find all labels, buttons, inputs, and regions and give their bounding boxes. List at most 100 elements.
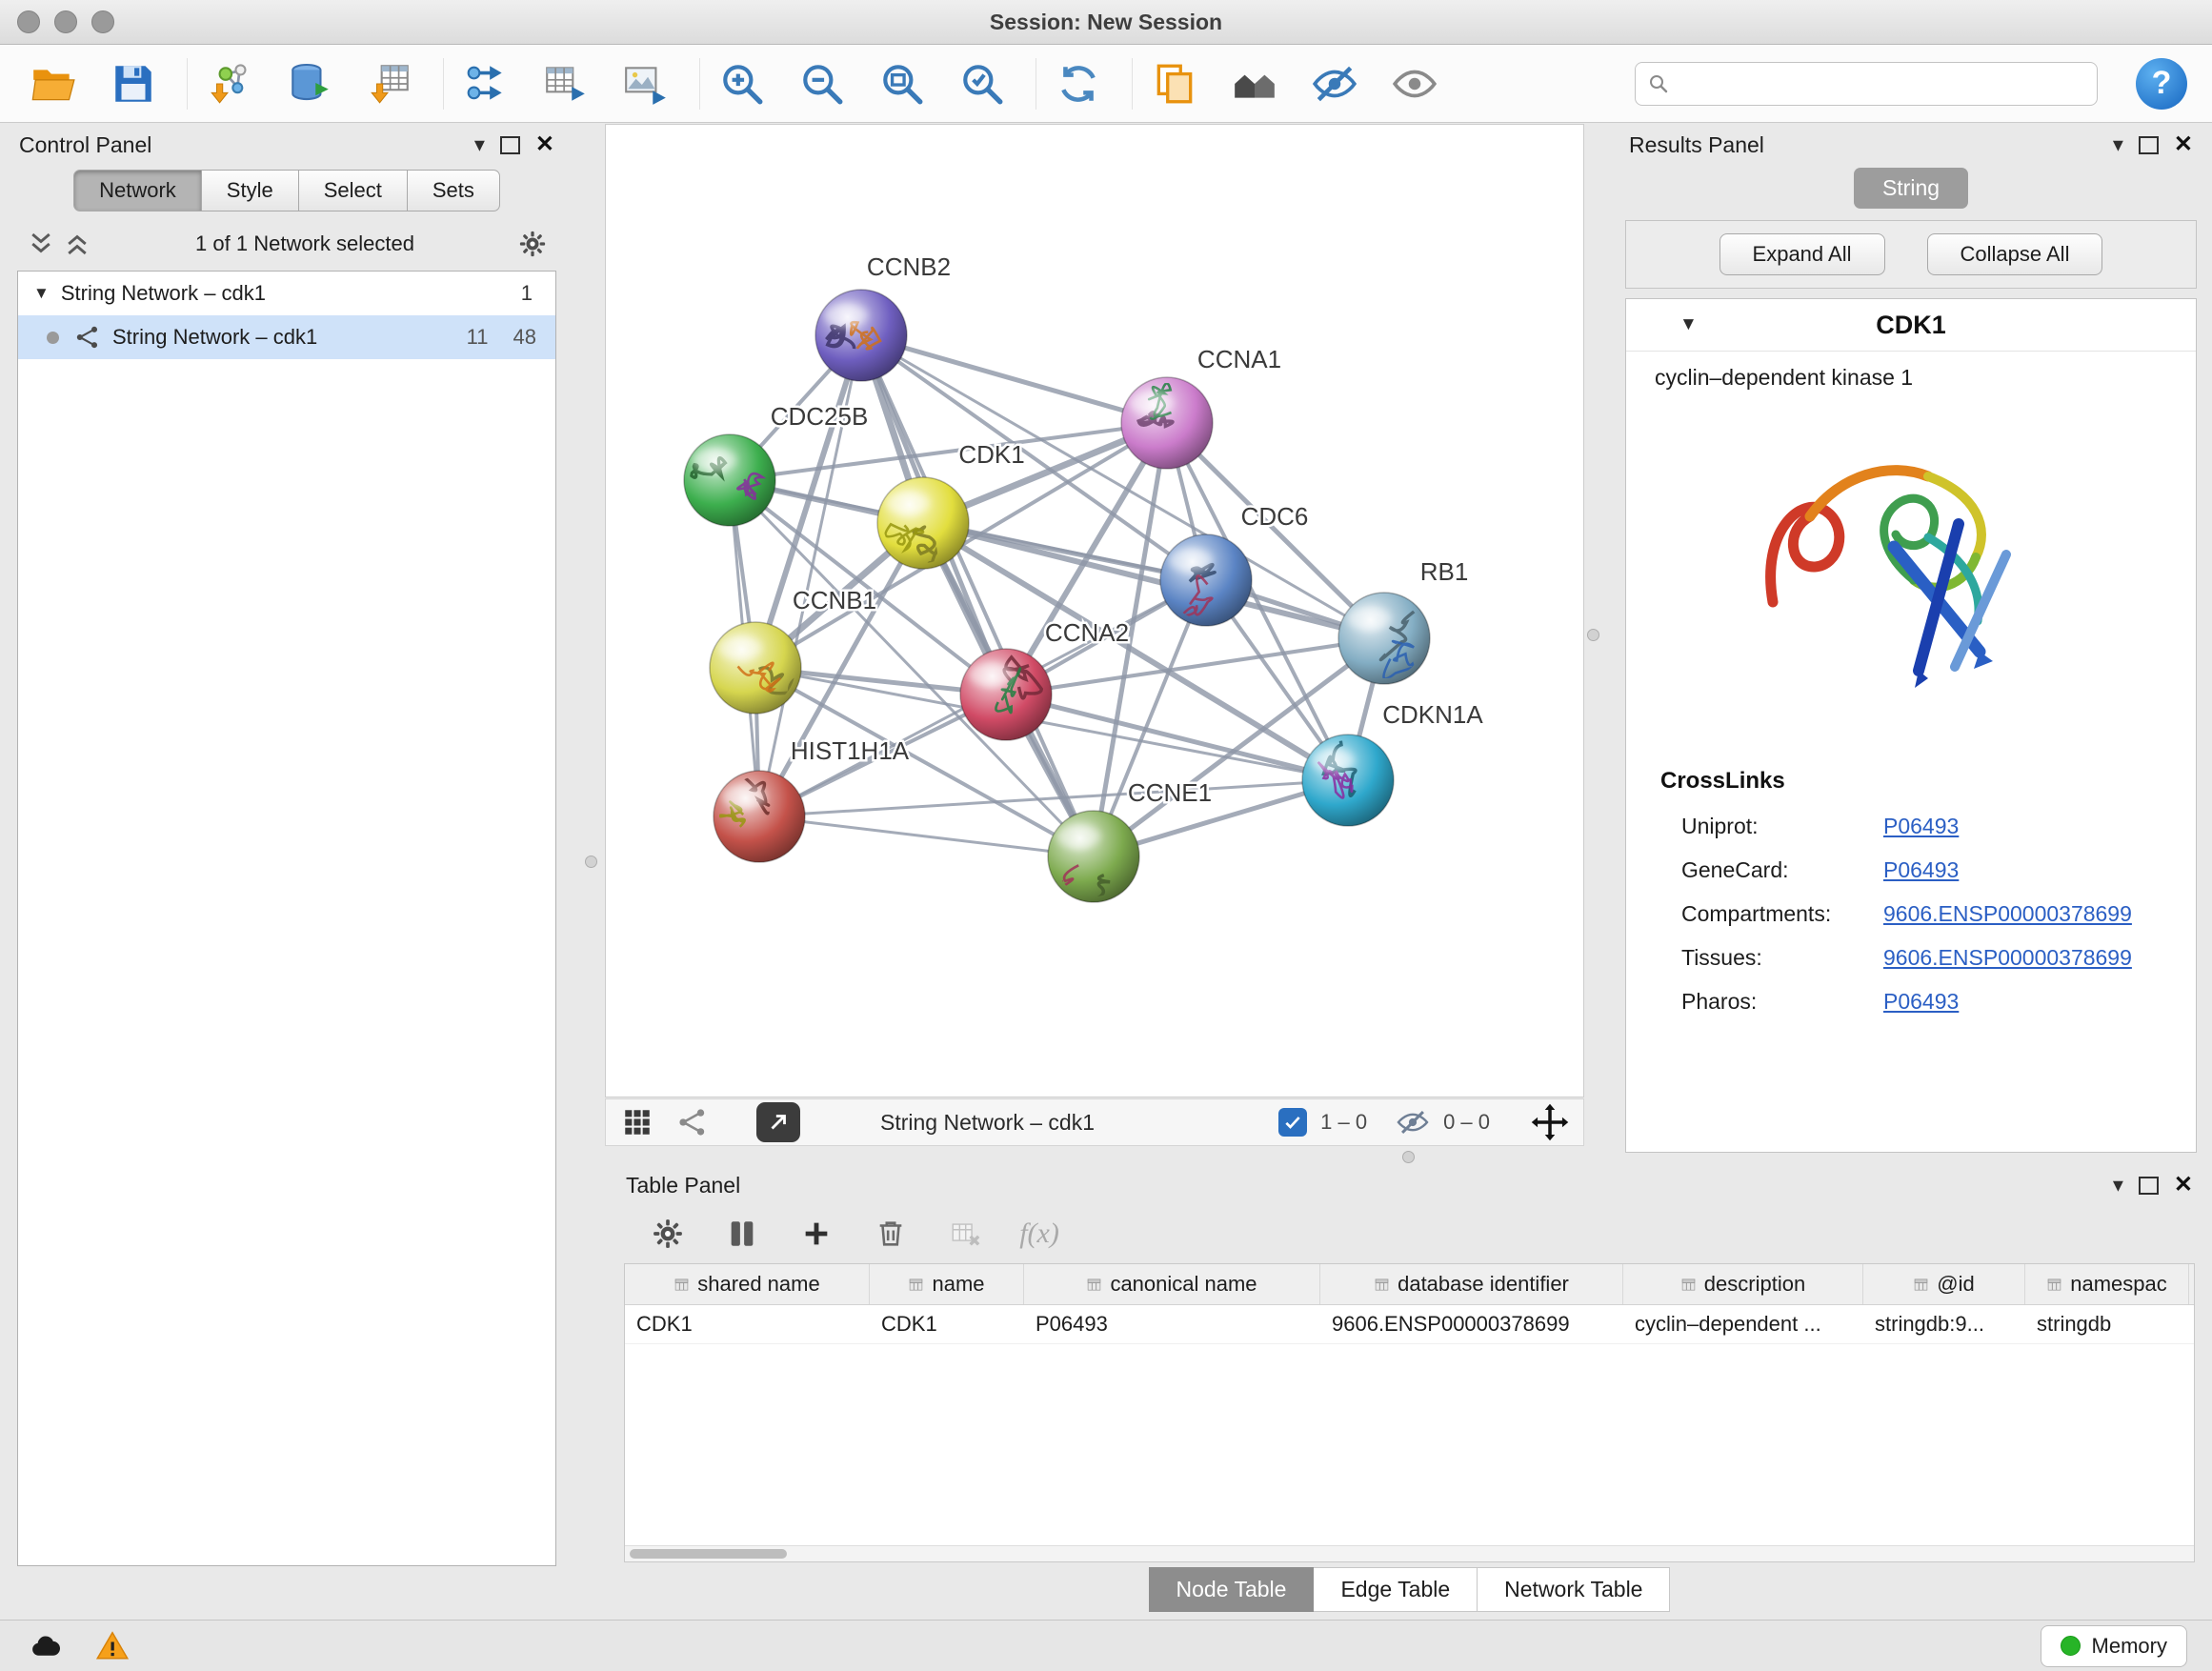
gear-icon[interactable] xyxy=(518,230,547,258)
open-folder-icon xyxy=(30,60,77,108)
table-panel-title: Table Panel xyxy=(626,1173,740,1198)
delete-column-button[interactable] xyxy=(872,1215,910,1253)
splitter-handle[interactable] xyxy=(1402,1151,1415,1163)
network-row-selected[interactable]: String Network – cdk1 1148 xyxy=(18,315,555,359)
crosslink-value-link[interactable]: 9606.ENSP00000378699 xyxy=(1883,945,2132,971)
show-all-button[interactable] xyxy=(1386,55,1443,112)
expand-all-button[interactable]: Expand All xyxy=(1719,233,1885,275)
function-builder-button[interactable]: f(x) xyxy=(1019,1218,1059,1250)
collapse-all-icon[interactable] xyxy=(27,230,55,258)
import-network-database-button[interactable] xyxy=(281,55,338,112)
node-label-cdkn1a: CDKN1A xyxy=(1382,700,1483,729)
zoom-out-button[interactable] xyxy=(794,55,851,112)
copy-style-button[interactable] xyxy=(1146,55,1203,112)
tree-expander-icon[interactable]: ▼ xyxy=(33,284,50,303)
cloud-status-button[interactable] xyxy=(25,1627,67,1665)
network-edge[interactable] xyxy=(923,523,1384,638)
zoom-in-button[interactable] xyxy=(714,55,771,112)
network-graph[interactable]: CCNB2CCNA1CDC25BCDK1CDC6RB1CCNB1CCNA2CDK… xyxy=(606,125,1583,1097)
gene-section-header[interactable]: ▼ CDK1 xyxy=(1626,299,2196,352)
panel-float-icon[interactable] xyxy=(2139,136,2159,154)
network-edge[interactable] xyxy=(759,816,1094,856)
tab-node-table[interactable]: Node Table xyxy=(1149,1567,1315,1612)
column-header-canonical-name[interactable]: canonical name xyxy=(1024,1264,1320,1304)
column-header-description[interactable]: description xyxy=(1623,1264,1863,1304)
hide-selected-button[interactable] xyxy=(1306,55,1363,112)
panel-float-icon[interactable] xyxy=(2139,1177,2159,1195)
network-edge[interactable] xyxy=(861,335,1167,423)
control-tab-sets[interactable]: Sets xyxy=(408,170,500,211)
import-table-file-button[interactable] xyxy=(361,55,418,112)
node-highlight-icon xyxy=(824,303,868,328)
navigator-button[interactable] xyxy=(756,1102,800,1142)
table-settings-button[interactable] xyxy=(649,1215,687,1253)
horizontal-scrollbar[interactable] xyxy=(625,1545,2194,1561)
network-node-ccnb1[interactable] xyxy=(710,622,801,714)
show-columns-button[interactable] xyxy=(723,1215,761,1253)
window-title: Session: New Session xyxy=(0,10,2212,35)
column-header-shared-name[interactable]: shared name xyxy=(625,1264,870,1304)
control-tab-network[interactable]: Network xyxy=(73,170,202,211)
panel-float-icon[interactable] xyxy=(500,136,520,154)
node-highlight-icon xyxy=(886,491,930,515)
network-overview-button[interactable] xyxy=(674,1104,711,1140)
panel-close-icon[interactable]: ✕ xyxy=(2174,1174,2193,1197)
control-tab-style[interactable]: Style xyxy=(202,170,299,211)
crosslink-value-link[interactable]: P06493 xyxy=(1883,814,1959,839)
crosslink-value-link[interactable]: P06493 xyxy=(1883,857,1959,883)
zoom-selected-button[interactable] xyxy=(954,55,1011,112)
crosslink-value-link[interactable]: P06493 xyxy=(1883,989,1959,1015)
panel-menu-icon[interactable]: ▾ xyxy=(474,134,485,155)
panel-close-icon[interactable]: ✕ xyxy=(2174,133,2193,156)
current-network-indicator xyxy=(47,332,59,344)
network-canvas[interactable]: CCNB2CCNA1CDC25BCDK1CDC6RB1CCNB1CCNA2CDK… xyxy=(605,124,1584,1097)
scrollbar-thumb[interactable] xyxy=(630,1549,787,1559)
home-networks-button[interactable] xyxy=(1226,55,1283,112)
zoom-fit-button[interactable] xyxy=(874,55,931,112)
expand-all-icon[interactable] xyxy=(63,230,91,258)
zoom-selected-icon xyxy=(958,60,1006,108)
collapse-all-button[interactable]: Collapse All xyxy=(1927,233,2103,275)
grid-view-button[interactable] xyxy=(619,1104,655,1140)
export-image-button[interactable] xyxy=(617,55,674,112)
network-node-cdc25b[interactable] xyxy=(684,434,775,526)
table-row[interactable]: CDK1CDK1P064939606.ENSP00000378699cyclin… xyxy=(625,1305,2194,1344)
network-node-ccne1[interactable] xyxy=(1048,811,1139,902)
help-button[interactable]: ? xyxy=(2136,58,2187,110)
control-tab-select[interactable]: Select xyxy=(299,170,408,211)
section-expander-icon[interactable]: ▼ xyxy=(1679,314,1698,335)
network-collection-row[interactable]: ▼ String Network – cdk1 1 xyxy=(18,272,555,315)
column-header-namespac[interactable]: namespac xyxy=(2025,1264,2189,1304)
memory-button[interactable]: Memory xyxy=(2041,1625,2187,1667)
open-session-button[interactable] xyxy=(25,55,82,112)
column-header--id[interactable]: @id xyxy=(1863,1264,2025,1304)
control-panel: Control Panel ▾ ✕ NetworkStyleSelectSets… xyxy=(10,124,564,1572)
splitter-handle[interactable] xyxy=(1587,629,1599,641)
network-node-cdc6[interactable] xyxy=(1160,534,1252,626)
search-input[interactable] xyxy=(1678,70,2085,97)
import-network-file-button[interactable] xyxy=(201,55,258,112)
column-header-name[interactable]: name xyxy=(870,1264,1024,1304)
panel-menu-icon[interactable]: ▾ xyxy=(2113,1175,2123,1196)
tab-string[interactable]: String xyxy=(1854,168,1968,209)
export-network-button[interactable] xyxy=(457,55,514,112)
warnings-button[interactable] xyxy=(91,1627,133,1665)
export-table-button[interactable] xyxy=(537,55,594,112)
delete-table-button[interactable] xyxy=(946,1215,984,1253)
save-session-button[interactable] xyxy=(105,55,162,112)
crosslink-label: Compartments: xyxy=(1681,901,1883,927)
crosslink-value-link[interactable]: 9606.ENSP00000378699 xyxy=(1883,901,2132,927)
panel-close-icon[interactable]: ✕ xyxy=(535,133,554,156)
refresh-button[interactable] xyxy=(1050,55,1107,112)
column-header-database-identifier[interactable]: database identifier xyxy=(1320,1264,1623,1304)
tab-network-table[interactable]: Network Table xyxy=(1478,1567,1670,1612)
create-column-button[interactable] xyxy=(797,1215,835,1253)
panel-menu-icon[interactable]: ▾ xyxy=(2113,134,2123,155)
splitter-handle[interactable] xyxy=(585,856,597,868)
control-panel-title: Control Panel xyxy=(19,132,151,158)
network-edge[interactable] xyxy=(861,335,1094,856)
pan-crosshair-icon[interactable] xyxy=(1530,1102,1570,1142)
table-panel: Table Panel ▾ ✕ f(x) shared namenamecano… xyxy=(616,1164,2202,1616)
tab-edge-table[interactable]: Edge Table xyxy=(1314,1567,1478,1612)
selected-checkbox-icon[interactable] xyxy=(1278,1108,1307,1137)
